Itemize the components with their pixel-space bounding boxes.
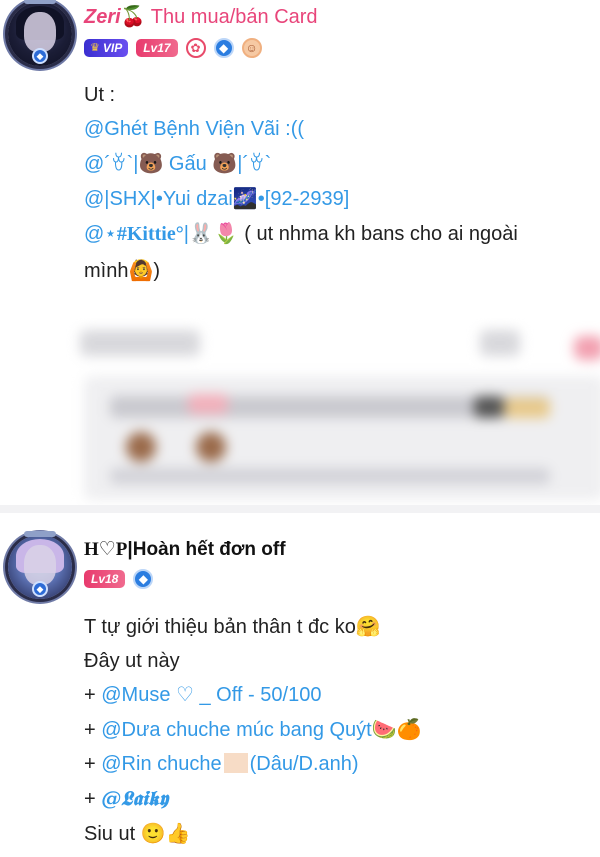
plus-sign: + (84, 753, 102, 775)
mention-text: @|SHX|•Yui dzai (84, 188, 233, 210)
body-line: mình🙆) (84, 243, 594, 298)
avatar-frame-icon: ◆ (32, 48, 48, 64)
bunny-badge-icon[interactable]: ✿ (185, 38, 206, 58)
hug-emoji: 🤗 (355, 614, 381, 638)
diamond-badge-icon[interactable]: ◆ (213, 38, 234, 58)
crown-icon: ♛ (90, 42, 100, 54)
author-name-suffix: Thu mua/bán Card (145, 6, 318, 28)
body-line: + @Dưa chuche múc bang Quýt🍉🍊 (84, 712, 594, 747)
body-line: @⋆#Kittie°|🐰🌷 ( ut nhma kh bans cho ai n… (84, 216, 594, 251)
avatar-frame-icon: ◆ (32, 581, 48, 597)
blurred-content (0, 318, 600, 508)
fruit-emoji: 🍉🍊 (371, 717, 422, 741)
body-text: Siu ut (84, 823, 141, 845)
author-name[interactable]: Zeri🍒 Thu mua/bán Card (84, 4, 318, 29)
blurred-block (480, 330, 520, 356)
vip-label: VIP (102, 41, 123, 55)
person-emoji: 🙆 (128, 258, 154, 282)
avatar-frame-top (24, 0, 56, 4)
mention-link[interactable]: @𝕷𝖆𝖎𝖐𝖞 (101, 786, 168, 810)
avatar[interactable]: ◆ (8, 535, 72, 599)
post-body: Ut : @Ghét Bệnh Viện Vãi :(( @´ꈊ`|🐻 Gấu … (84, 78, 594, 298)
body-line: Ut : (84, 84, 116, 106)
avatar[interactable]: ◆ (8, 2, 72, 66)
body-text: ( ut nhma kh bans cho ai ngoài (238, 223, 518, 245)
mention-text: (Dâu/D.anh) (249, 753, 359, 775)
cherry-emoji: 🍒 (120, 4, 146, 28)
blurred-block (110, 468, 550, 484)
body-line: + @𝕷𝖆𝖎𝖐𝖞 (84, 781, 594, 816)
post-2: ◆ H♡P|Hoàn hết đơn off Lv18 ◆ T tự giới … (0, 505, 600, 857)
bear-emoji: 🐻 (138, 151, 164, 175)
mention-text: @´ꈊ`| (84, 153, 139, 175)
avatar-frame-top (24, 531, 56, 537)
body-line: Đây ut này (84, 650, 180, 672)
blurred-block (574, 336, 600, 360)
mention-link[interactable]: @⋆#Kittie°| (84, 223, 189, 245)
bear-emoji: 🐻 (212, 151, 238, 175)
diamond-badge-icon[interactable]: ◆ (133, 569, 154, 589)
mention-text: @Rin chuche (101, 753, 222, 775)
mention-text: #Kittie° (116, 223, 184, 245)
mention-link[interactable]: @´ꈊ`|🐻 Gấu 🐻|´ꈊ` (84, 146, 594, 181)
mention-link[interactable]: @Muse ♡ _ Off - 50/100 (101, 684, 321, 706)
face-badge-icon[interactable]: ☺ (241, 38, 262, 58)
blurred-block (80, 330, 200, 356)
author-username: H♡P (84, 539, 128, 560)
blurred-preview (0, 318, 600, 508)
author-username: Zeri (84, 6, 121, 28)
blurred-block (196, 432, 226, 462)
body-line: + @Muse ♡ _ Off - 50/100 (84, 678, 594, 712)
vip-badge[interactable]: ♛ VIP (84, 39, 129, 57)
level-badge[interactable]: Lv18 (84, 570, 126, 588)
blurred-block (474, 396, 504, 418)
avatar-face (24, 545, 56, 585)
plus-sign: + (84, 684, 102, 706)
mention-text: @⋆ (84, 223, 117, 245)
mention-text: Gấu (163, 153, 213, 175)
blurred-block (504, 398, 550, 418)
body-line: + @Rin chuche (Dâu/D.anh) (84, 747, 594, 781)
body-text: T tự giới thiệu bản thân t đc ko (84, 616, 356, 638)
galaxy-emoji: 🌌 (232, 186, 258, 210)
blurred-block (188, 394, 228, 414)
mention-text: •[92-2939] (257, 188, 350, 210)
mention-link[interactable]: @Dưa chuche múc bang Quýt (101, 719, 372, 741)
smile-thumbs-emoji: 🙂👍 (140, 821, 191, 845)
skin-tone-swatch (223, 753, 248, 773)
avatar-face (24, 12, 56, 52)
body-text: ) (153, 260, 161, 282)
mention-link[interactable]: @Rin chuche (Dâu/D.anh) (101, 753, 359, 775)
body-line: Siu ut 🙂👍 (84, 816, 594, 851)
body-line: T tự giới thiệu bản thân t đc ko🤗 (84, 609, 594, 644)
mention-text: |´ꈊ` (237, 153, 272, 175)
author-badges: Lv18 ◆ (84, 569, 154, 589)
mention-link[interactable]: @|SHX|•Yui dzai🌌•[92-2939] (84, 181, 594, 216)
level-badge[interactable]: Lv17 (136, 39, 178, 57)
post-body: T tự giới thiệu bản thân t đc ko🤗 Đây ut… (84, 609, 594, 851)
blurred-block (126, 432, 156, 462)
plus-sign: + (84, 719, 102, 741)
author-name[interactable]: H♡P|Hoàn hết đơn off (84, 538, 286, 561)
plus-sign: + (84, 788, 102, 810)
author-badges: ♛ VIP Lv17 ✿ ◆ ☺ (84, 38, 262, 58)
bunny-tulip-emoji: 🐰🌷 (188, 221, 239, 245)
author-name-suffix: |Hoàn hết đơn off (127, 539, 286, 560)
body-text: mình (84, 260, 129, 282)
mention-link[interactable]: @Ghét Bệnh Viện Vãi :(( (84, 112, 594, 146)
